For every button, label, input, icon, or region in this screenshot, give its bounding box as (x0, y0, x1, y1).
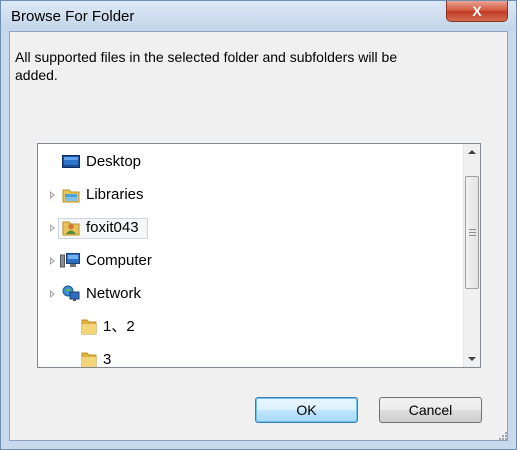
tree-item-folder-1-2[interactable]: 1、2 (38, 315, 462, 339)
tree-item-label: 1、2 (103, 318, 135, 335)
tree-item-label: Libraries (86, 186, 144, 203)
tree-item-libraries[interactable]: Libraries (38, 183, 462, 207)
ok-button[interactable]: OK (255, 397, 358, 423)
expand-arrow-icon[interactable] (50, 224, 55, 232)
resize-grip-icon[interactable] (497, 430, 507, 440)
vertical-scrollbar[interactable] (463, 144, 480, 367)
title-bar[interactable]: Browse For Folder X (1, 1, 516, 31)
tree-item-foxit043[interactable]: foxit043 (38, 216, 462, 240)
tree-item-computer[interactable]: Computer (38, 249, 462, 273)
cancel-button[interactable]: Cancel (379, 397, 482, 423)
description-text: All supported files in the selected fold… (15, 49, 398, 83)
tree-item-label: 3 (103, 351, 112, 368)
scrollbar-thumb[interactable] (465, 176, 479, 289)
close-icon: X (472, 3, 482, 19)
grip-line (469, 235, 476, 236)
grip-line (469, 229, 476, 230)
tree-item-desktop[interactable]: Desktop (38, 150, 462, 174)
folder-tree[interactable]: Desktop Libraries foxit043 Computer Netw… (37, 143, 481, 368)
close-button[interactable]: X (446, 1, 508, 22)
tree-item-label: Computer (86, 252, 152, 269)
arrow-down-icon (468, 357, 476, 361)
scroll-down-button[interactable] (464, 350, 480, 367)
tree-item-label: foxit043 (86, 219, 139, 236)
desktop-icon (62, 155, 80, 168)
expand-arrow-icon[interactable] (50, 257, 55, 265)
libraries-icon (62, 189, 80, 203)
folder-icon (81, 319, 97, 335)
tree-item-label: Desktop (86, 153, 142, 170)
computer-icon (60, 253, 80, 268)
tree-item-network[interactable]: Network (38, 282, 462, 306)
tree-item-folder-3[interactable]: 3 (38, 348, 462, 368)
user-folder-icon (62, 221, 80, 236)
grip-line (469, 232, 476, 233)
browse-for-folder-dialog: Browse For Folder X All supported files … (0, 0, 517, 450)
window-title: Browse For Folder (11, 8, 135, 25)
network-icon (62, 285, 80, 301)
folder-icon (81, 352, 97, 367)
expand-arrow-icon[interactable] (50, 191, 55, 199)
arrow-up-icon (468, 150, 476, 154)
tree-item-label: Network (86, 285, 142, 302)
expand-arrow-icon[interactable] (50, 290, 55, 298)
scroll-up-button[interactable] (464, 144, 480, 161)
